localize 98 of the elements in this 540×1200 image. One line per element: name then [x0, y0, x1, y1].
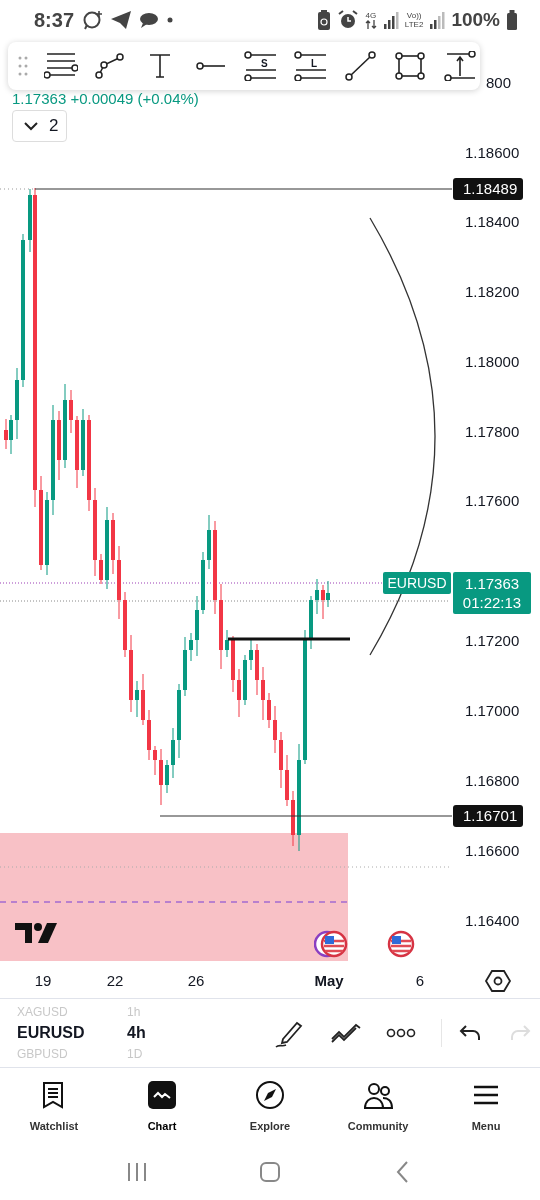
- price-value: 1.17363: [464, 574, 520, 593]
- price-change-text: 1.17363 +0.00049 (+0.04%): [12, 90, 199, 107]
- price-range-icon[interactable]: [444, 51, 478, 81]
- notification-dot-icon: [166, 16, 175, 24]
- candlestick: [231, 635, 235, 693]
- date-label: 26: [187, 972, 205, 989]
- clock-time: 8:37: [34, 8, 75, 32]
- candlestick: [111, 512, 115, 575]
- candlestick: [171, 727, 175, 779]
- candlestick: [141, 673, 145, 726]
- candlestick: [291, 790, 295, 847]
- chart-icon: [147, 1080, 177, 1110]
- date-label: 6: [415, 972, 425, 989]
- candlestick: [285, 754, 289, 807]
- price-label: 1.18400: [465, 213, 520, 231]
- candlestick: [123, 591, 127, 658]
- price-label: 1.17200: [465, 632, 520, 650]
- tool-letter: S: [261, 58, 268, 69]
- candlestick: [279, 731, 283, 789]
- event-flags-icon[interactable]: [314, 929, 348, 959]
- candlestick: [165, 759, 169, 794]
- candlestick: [159, 748, 163, 806]
- dotted-line: [0, 188, 36, 190]
- nav-tab[interactable]: Community: [333, 1080, 423, 1132]
- battery-icon: [506, 9, 518, 31]
- tool-letter: L: [311, 58, 318, 69]
- countdown-timer: 01:22:13: [462, 593, 522, 612]
- symbol-tag: EURUSD: [383, 572, 451, 594]
- candlestick: [57, 410, 61, 481]
- paper-plane-icon: [110, 10, 133, 30]
- network-type: LTE2: [404, 20, 424, 29]
- price-label: 1.18000: [465, 353, 520, 371]
- candlestick: [309, 595, 313, 650]
- candlestick: [147, 709, 151, 761]
- nav-tab[interactable]: Menu: [441, 1080, 531, 1132]
- candlestick: [207, 514, 211, 570]
- drag-handle-icon[interactable]: [18, 55, 28, 77]
- candlestick: [195, 595, 199, 657]
- fib-levels-icon[interactable]: [44, 51, 78, 81]
- alarm-clock-icon: [336, 9, 359, 31]
- price-label: 1.18200: [465, 283, 520, 301]
- message-icon: [138, 10, 161, 30]
- candlestick: [261, 666, 265, 721]
- horizontal-line[interactable]: [228, 637, 350, 641]
- nav-tab[interactable]: Explore: [225, 1080, 315, 1132]
- candlestick: [237, 668, 241, 718]
- candlestick: [135, 680, 139, 718]
- settings-icon[interactable]: [484, 969, 512, 993]
- community-icon: [363, 1080, 393, 1110]
- nav-tab[interactable]: Watchlist: [9, 1080, 99, 1132]
- date-label: 22: [106, 972, 124, 989]
- date-label: 19: [34, 972, 52, 989]
- price-label: 1.18600: [465, 144, 520, 162]
- price-label: 1.16400: [465, 912, 520, 930]
- nav-tab[interactable]: Chart: [117, 1080, 207, 1132]
- candlestick: [189, 632, 193, 662]
- network-type: 4G: [365, 11, 377, 20]
- symbol-option[interactable]: EURUSD 4h: [17, 1022, 146, 1044]
- data-arrows-icon: [364, 20, 377, 29]
- candlestick: [315, 578, 319, 615]
- candlestick: [183, 636, 187, 697]
- candlestick: [255, 643, 259, 696]
- indicators-toggle[interactable]: 2: [12, 110, 68, 142]
- candlestick: [81, 408, 85, 477]
- network-type: Vo)): [406, 11, 422, 20]
- signal-icon: [429, 10, 446, 30]
- horizontal-level-tool[interactable]: L: [294, 51, 328, 81]
- chevron-down-icon: [23, 121, 39, 131]
- chat-bubble-icon: [82, 9, 105, 31]
- price-marker: 1.16701: [453, 805, 524, 827]
- candlestick: [201, 551, 205, 615]
- price-label: 1.17800: [465, 423, 520, 441]
- price-label: 1.16600: [465, 842, 520, 860]
- logo-icon: [14, 920, 58, 946]
- candlestick: [267, 692, 271, 729]
- price-label: 1.17600: [465, 492, 520, 510]
- battery-saver-icon: [316, 9, 331, 31]
- level-lines-icon: [294, 51, 328, 81]
- candlestick: [153, 745, 157, 776]
- home-icon[interactable]: [258, 1159, 282, 1184]
- candlestick: [69, 389, 73, 434]
- level-lines-icon: [244, 51, 278, 81]
- price-label: 800: [486, 74, 512, 92]
- rectangle-icon[interactable]: [394, 51, 428, 81]
- candlestick: [243, 654, 247, 706]
- price-label: 1.17000: [465, 702, 520, 720]
- battery-percent: 100%: [451, 9, 500, 31]
- explore-icon: [255, 1080, 285, 1110]
- price-marker: 1.18489: [453, 178, 524, 200]
- candlestick: [273, 705, 277, 754]
- date-label: May: [314, 972, 344, 989]
- signal-icon: [382, 10, 399, 30]
- candlestick: [99, 553, 103, 585]
- price-label: 1.16800: [465, 772, 520, 790]
- flag-icon[interactable]: [386, 929, 416, 959]
- horizontal-level-tool[interactable]: S: [244, 51, 278, 81]
- candlestick: [225, 629, 229, 658]
- trend-line-icon[interactable]: [344, 51, 378, 81]
